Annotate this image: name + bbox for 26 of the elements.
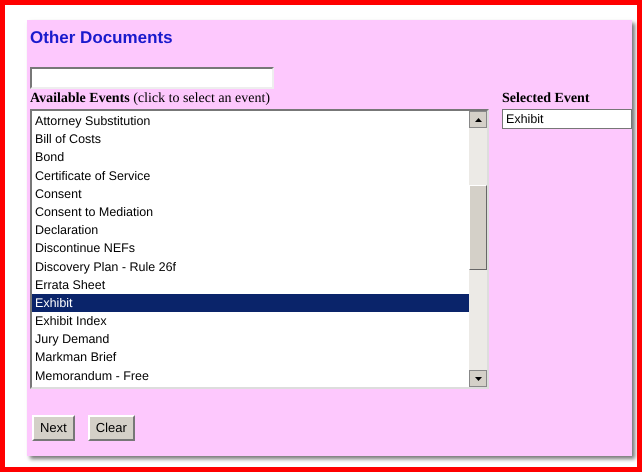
event-option[interactable]: Discontinue NEFs bbox=[32, 239, 469, 258]
form-button[interactable]: Next bbox=[32, 415, 75, 441]
scroll-up-icon[interactable] bbox=[469, 111, 487, 128]
selected-event-label: Selected Event bbox=[502, 91, 590, 107]
event-option[interactable]: Declaration bbox=[32, 221, 469, 240]
event-option[interactable]: Markman Brief bbox=[32, 348, 469, 367]
event-option[interactable]: Exhibit Index bbox=[32, 312, 469, 330]
form-button[interactable]: Clear bbox=[88, 415, 135, 441]
search-field[interactable] bbox=[30, 67, 274, 89]
scrollbar[interactable] bbox=[469, 111, 487, 387]
event-option[interactable]: Bill of Costs bbox=[32, 130, 469, 148]
event-option[interactable]: Discovery Plan - Rule 26f bbox=[32, 258, 469, 276]
available-events-label: Available Events (click to select an event) bbox=[30, 91, 270, 107]
event-option[interactable]: Errata Sheet bbox=[32, 276, 469, 294]
page-title: Other Documents bbox=[30, 28, 173, 48]
event-option[interactable]: Consent bbox=[32, 184, 469, 203]
event-option[interactable]: Memorandum - Free bbox=[32, 366, 469, 385]
event-option[interactable]: Certificate of Service bbox=[32, 166, 469, 185]
event-option[interactable]: Consent to Mediation bbox=[32, 202, 469, 222]
event-option[interactable]: Jury Demand bbox=[32, 330, 469, 348]
selected-event-field[interactable]: Exhibit bbox=[502, 109, 632, 129]
scroll-down-icon[interactable] bbox=[469, 370, 487, 387]
scroll-thumb[interactable] bbox=[469, 185, 487, 270]
event-option[interactable]: Exhibit bbox=[32, 294, 469, 312]
event-option[interactable]: Bond bbox=[32, 148, 469, 167]
event-option[interactable]: Attorney Substitution bbox=[32, 112, 469, 130]
